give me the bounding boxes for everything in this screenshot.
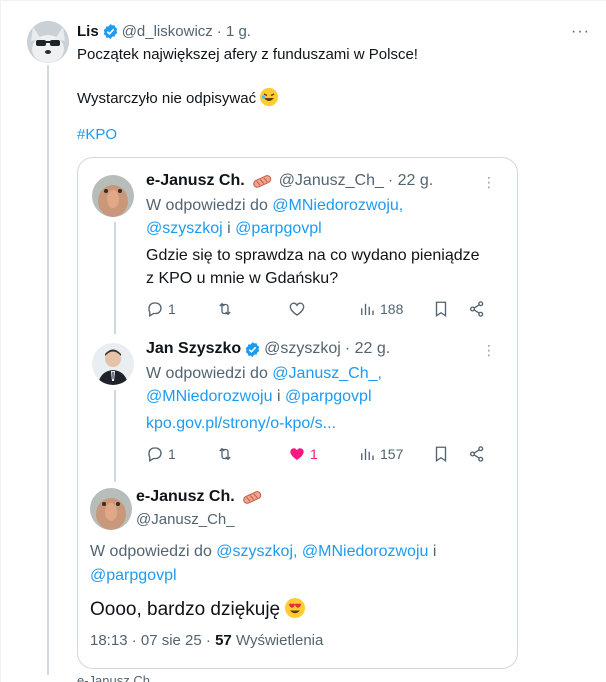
tweet1-actions: 1 188 [146, 300, 496, 318]
reply-prefix: W odpowiedzi do [146, 365, 268, 382]
repost-icon [219, 302, 231, 316]
reply-and: i [276, 388, 281, 405]
sausage-emoji-icon [252, 175, 271, 188]
post-time[interactable]: · 1 g. [217, 23, 251, 40]
bookmark-button[interactable] [432, 445, 468, 463]
tweet2-link[interactable]: kpo.gov.pl/strony/o-kpo/s... [146, 412, 336, 435]
tweet1-header: e-Janusz Ch. @Janusz_Ch_ · 22 g. [146, 172, 433, 190]
reply-button[interactable]: 1 [146, 300, 216, 318]
rofl-emoji-icon [260, 88, 279, 106]
post-text-line-2-text: Wystarczyło nie odpisywać [77, 90, 257, 107]
tweet1-reply-context: W odpowiedzi do @MNiedorozwoju, @szyszko… [146, 194, 403, 240]
tweet1-author-name[interactable]: e-Janusz Ch. [146, 172, 245, 190]
quote-thread-line-1 [114, 222, 116, 334]
post-text-line-2: Wystarczyło nie odpisywać [77, 88, 279, 107]
tweet1-time[interactable]: · 22 g. [388, 172, 433, 190]
views-chart-icon [361, 303, 374, 315]
share-button[interactable] [468, 300, 486, 318]
bookmark-button[interactable] [432, 300, 468, 318]
tweet2-actions: 1 1 157 [146, 445, 496, 463]
focused-author-name[interactable]: e-Janusz Ch. [136, 488, 235, 506]
like-count: 1 [310, 446, 318, 462]
views-button[interactable]: 188 [358, 300, 432, 318]
mention-link[interactable]: @Janusz_Ch_, [272, 365, 382, 382]
mention-link[interactable]: @MNiedorozwoju [302, 543, 429, 560]
focused-text: Oooo, bardzo dziękuję [90, 598, 306, 621]
next-post-peek[interactable]: e-Janusz Ch. [77, 673, 154, 682]
tweet2-author-name[interactable]: Jan Szyszko [146, 340, 241, 358]
tweet2-time[interactable]: · 22 g. [345, 340, 390, 358]
mention-link[interactable]: @parpgovpl [285, 388, 372, 405]
verified-badge-icon [103, 24, 117, 39]
views-count: 157 [380, 446, 404, 462]
reply-prefix: W odpowiedzi do [146, 197, 268, 214]
repost-button[interactable] [216, 445, 288, 463]
author-handle[interactable]: @d_liskowicz [122, 23, 213, 40]
mention-link[interactable]: @szyszkoj [146, 220, 223, 237]
author-avatar[interactable] [27, 21, 69, 63]
heart-icon [289, 302, 305, 316]
focused-reply-context: W odpowiedzi do @szyszkoj, @MNiedorozwoj… [90, 540, 436, 588]
quote-thread-line-2 [114, 390, 116, 482]
mention-link[interactable]: @MNiedorozwoju, [272, 197, 403, 214]
bookmark-icon [435, 446, 447, 463]
post-card[interactable]: Lis @d_liskowicz · 1 g. ··· Początek naj… [0, 0, 606, 682]
repost-icon [219, 447, 231, 461]
like-button[interactable]: 1 [288, 445, 358, 463]
focused-views-label: Wyświetlenia [235, 632, 324, 649]
szyszko-avatar[interactable] [92, 343, 134, 385]
hashtag-link[interactable]: #KPO [77, 126, 117, 143]
reply-icon [148, 447, 162, 462]
post-header: Lis @d_liskowicz · 1 g. [77, 23, 251, 40]
bookmark-icon [435, 301, 447, 318]
janusz-avatar[interactable] [90, 488, 132, 530]
sausage-emoji-icon [242, 491, 261, 504]
focused-author: e-Janusz Ch. [136, 488, 263, 506]
quoted-thread[interactable]: e-Janusz Ch. @Janusz_Ch_ · 22 g. ⋮ W odp… [77, 157, 518, 669]
share-button[interactable] [468, 445, 486, 463]
views-count: 188 [380, 301, 404, 317]
focused-author-handle[interactable]: @Janusz_Ch_ [136, 511, 235, 528]
more-options-icon[interactable]: ··· [571, 23, 590, 41]
tweet1-text: Gdzie się to sprawdza na co wydano pieni… [146, 244, 480, 290]
focused-meta: 18:13 · 07 sie 25 · 57 Wyświetlenia [90, 632, 323, 649]
tweet1-text-line-2: z KPO u mnie w Gdańsku? [146, 270, 339, 287]
tweet1-handle[interactable]: @Janusz_Ch_ [279, 172, 384, 190]
views-button[interactable]: 157 [358, 445, 432, 463]
tweet1-text-line-1: Gdzie się to sprawdza na co wydano pieni… [146, 247, 480, 264]
reply-count: 1 [168, 301, 176, 317]
views-chart-icon [361, 448, 374, 460]
thread-line [47, 65, 49, 675]
reply-prefix: W odpowiedzi do [90, 543, 212, 560]
reply-and: i [227, 220, 231, 237]
tweet1-more-icon[interactable]: ⋮ [482, 174, 497, 191]
reply-count: 1 [168, 446, 176, 462]
mention-link[interactable]: @MNiedorozwoju [146, 388, 273, 405]
share-icon [469, 446, 484, 462]
heart-filled-icon [290, 448, 304, 460]
mention-link[interactable]: @parpgovpl [235, 220, 322, 237]
post-text-line-1: Początek największej afery z funduszami … [77, 46, 418, 63]
tweet2-header: Jan Szyszko @szyszkoj · 22 g. [146, 340, 390, 358]
tweet2-handle[interactable]: @szyszkoj [264, 340, 341, 358]
like-button[interactable] [288, 300, 358, 318]
mention-link[interactable]: @szyszkoj, [216, 543, 297, 560]
reply-and: i [432, 543, 437, 560]
reply-button[interactable]: 1 [146, 445, 216, 463]
verified-badge-icon [245, 341, 260, 357]
share-icon [469, 301, 484, 317]
focused-views-count: 57 [215, 632, 232, 649]
tweet2-more-icon[interactable]: ⋮ [482, 342, 497, 359]
reply-icon [148, 302, 162, 317]
focused-text-content: Oooo, bardzo dziękuję [90, 599, 281, 620]
janusz-avatar[interactable] [92, 175, 134, 217]
heart-eyes-emoji-icon [285, 598, 306, 618]
author-name[interactable]: Lis [77, 23, 99, 40]
mention-link[interactable]: @parpgovpl [90, 567, 177, 584]
repost-button[interactable] [216, 300, 288, 318]
focused-timestamp[interactable]: 18:13 · 07 sie 25 · [90, 632, 211, 649]
tweet2-reply-context: W odpowiedzi do @Janusz_Ch_, @MNiedorozw… [146, 362, 382, 408]
